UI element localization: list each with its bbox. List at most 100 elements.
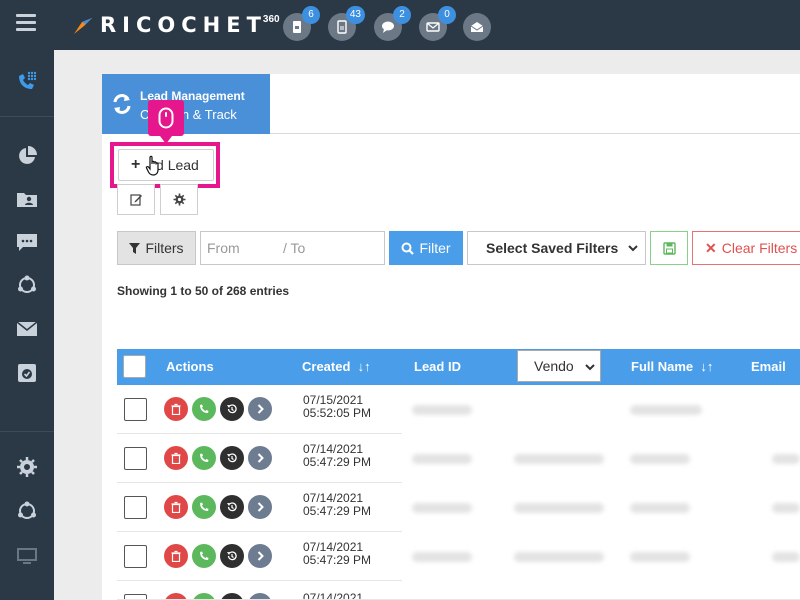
pie-chart-icon	[19, 146, 37, 164]
sidebar-item-network[interactable]	[0, 263, 54, 307]
filter-button[interactable]: Filter	[389, 231, 463, 265]
call-button[interactable]	[192, 495, 216, 519]
open-lead-button[interactable]	[248, 544, 272, 568]
sidebar	[0, 50, 54, 600]
row-checkbox[interactable]	[124, 545, 147, 568]
phone-icon	[200, 404, 209, 413]
table-row: 07/14/2021 05:47:29 PM	[117, 483, 800, 532]
clear-filters-button[interactable]: ✕ Clear Filters	[692, 231, 800, 265]
tab-lead-management[interactable]: Lead Management C an & Track	[102, 74, 270, 134]
column-header-email: Email	[751, 359, 786, 374]
call-button[interactable]	[192, 446, 216, 470]
chevron-right-icon	[257, 502, 264, 512]
created-time: 05:47:29 PM	[303, 553, 372, 567]
hand-cursor-icon	[145, 155, 159, 176]
date-to-placeholder: / To	[283, 240, 306, 256]
settings-icon	[17, 457, 37, 477]
chevron-down-icon	[628, 245, 638, 252]
chevron-right-icon	[257, 551, 264, 561]
date-range-input[interactable]: From / To	[200, 231, 385, 265]
blurred-cells	[402, 483, 800, 532]
sidebar-item-integrations[interactable]	[0, 489, 54, 533]
delete-button[interactable]	[164, 495, 188, 519]
open-lead-button[interactable]	[248, 446, 272, 470]
table-header: Actions Created ↓↑ Lead ID Vendo Full Na…	[117, 349, 800, 385]
chat-icon[interactable]: 2	[374, 6, 411, 41]
mouse-click-indicator	[148, 100, 184, 144]
sidebar-item-monitor[interactable]	[0, 534, 54, 578]
sidebar-divider	[0, 431, 54, 432]
history-icon	[227, 502, 237, 512]
mail-open-icon[interactable]	[463, 13, 491, 41]
gear-icon	[173, 193, 185, 206]
history-button[interactable]	[220, 495, 244, 519]
sidebar-item-reports[interactable]	[0, 134, 54, 178]
table-row: 07/14/2021 05:47:29 PM	[117, 434, 800, 483]
filter-label: Filter	[419, 240, 451, 256]
sidebar-item-tasks[interactable]	[0, 351, 54, 395]
history-icon	[227, 453, 237, 463]
ricochet-logo[interactable]: RICOCHET 360	[72, 12, 280, 38]
open-lead-button[interactable]	[248, 397, 272, 421]
sort-icon: ↓↑	[354, 359, 371, 374]
column-header-full-name[interactable]: Full Name ↓↑	[631, 359, 713, 374]
delete-button[interactable]	[164, 544, 188, 568]
history-button[interactable]	[220, 544, 244, 568]
row-checkbox[interactable]	[124, 398, 147, 421]
phone-icon	[200, 551, 209, 560]
refresh-icon	[113, 94, 131, 114]
save-filter-button[interactable]	[650, 231, 688, 265]
mail-icon[interactable]: 0	[419, 6, 456, 41]
call-button[interactable]	[192, 593, 216, 599]
monitor-icon	[17, 548, 37, 564]
created-cell: 07/14/2021 05:47:29 PM	[303, 443, 371, 469]
select-all-checkbox[interactable]	[123, 355, 146, 378]
ricochet-logo-mark-icon	[74, 18, 92, 34]
delete-button[interactable]	[164, 593, 188, 599]
delete-button[interactable]	[164, 446, 188, 470]
created-cell: 07/14/2021 05:47:29 PM	[303, 541, 371, 567]
trash-icon	[171, 550, 181, 562]
filters-label: Filters	[145, 240, 184, 256]
spreadsheet-icon[interactable]: 43	[328, 6, 365, 41]
call-button[interactable]	[192, 397, 216, 421]
history-button[interactable]	[220, 446, 244, 470]
share-network-icon	[18, 501, 36, 519]
floppy-disk-icon	[662, 241, 676, 255]
check-calendar-icon	[18, 364, 36, 382]
hamburger-menu-icon[interactable]	[16, 14, 36, 32]
trash-icon	[171, 501, 181, 513]
envelope-icon	[16, 321, 38, 336]
column-header-lead-id: Lead ID	[414, 359, 461, 374]
sidebar-item-settings[interactable]	[0, 445, 54, 489]
delete-button[interactable]	[164, 397, 188, 421]
sidebar-item-messages[interactable]	[0, 220, 54, 264]
call-button[interactable]	[192, 544, 216, 568]
history-button[interactable]	[220, 397, 244, 421]
row-checkbox[interactable]	[124, 594, 147, 599]
open-lead-button[interactable]	[248, 593, 272, 599]
logo-text: RICOCHET	[100, 13, 267, 37]
sidebar-item-email[interactable]	[0, 307, 54, 351]
row-checkbox[interactable]	[124, 447, 147, 470]
history-icon	[227, 551, 237, 561]
mail-badge: 0	[438, 6, 456, 24]
created-date: 07/14/2021	[303, 591, 364, 600]
vendor-column-select[interactable]: Vendo	[517, 350, 601, 382]
document-badge: 6	[302, 6, 320, 24]
saved-filters-select[interactable]: Select Saved Filters	[467, 231, 646, 265]
sidebar-item-dialer[interactable]	[0, 59, 54, 103]
close-icon: ✕	[705, 239, 717, 256]
top-bar: RICOCHET 360 6 43 2 0	[0, 0, 800, 50]
history-button[interactable]	[220, 593, 244, 599]
document-icon[interactable]: 6	[283, 6, 320, 41]
open-lead-button[interactable]	[248, 495, 272, 519]
sidebar-item-contacts[interactable]	[0, 177, 54, 221]
column-header-created[interactable]: Created ↓↑	[302, 359, 371, 374]
settings-button[interactable]	[160, 184, 198, 215]
edit-button[interactable]	[117, 184, 155, 215]
column-header-actions: Actions	[166, 359, 214, 374]
saved-filters-value: Select Saved Filters	[486, 240, 619, 256]
filters-toggle-button[interactable]: Filters	[117, 231, 196, 265]
row-checkbox[interactable]	[124, 496, 147, 519]
